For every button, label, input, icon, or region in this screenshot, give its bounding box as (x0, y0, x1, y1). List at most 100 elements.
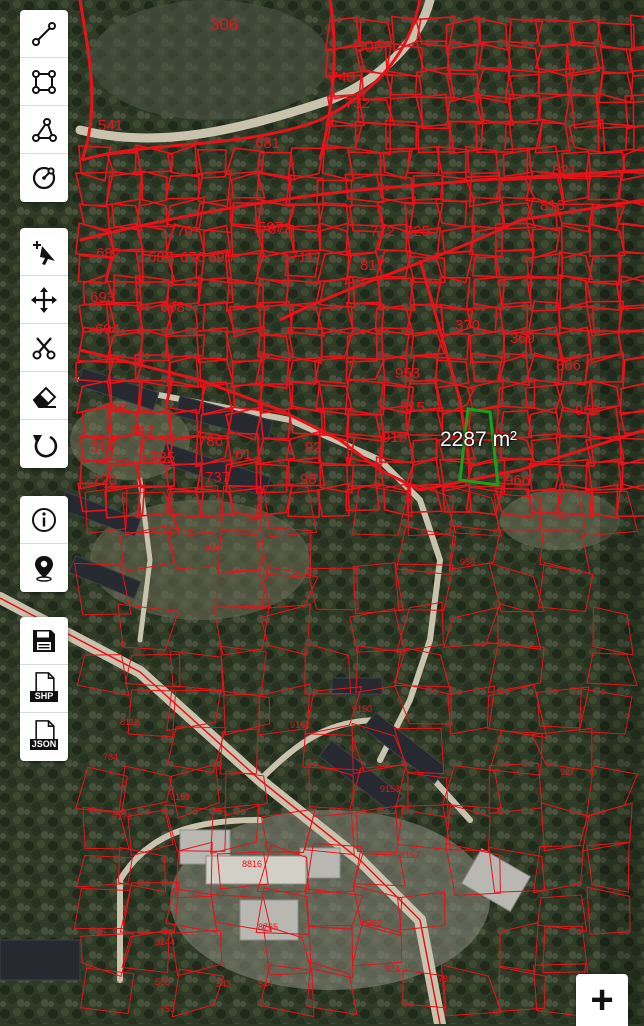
parcel-label: 695 (208, 249, 233, 266)
parcel-label: 26 (96, 927, 106, 937)
plus-icon: + (590, 977, 614, 1022)
draw-circle-button[interactable] (20, 154, 68, 202)
locate-button[interactable] (20, 544, 68, 592)
parcel-label: 8765 (258, 922, 278, 932)
parcel-label: 9159 (170, 792, 190, 802)
parcel-label: 919 (382, 429, 407, 446)
save-button[interactable] (20, 617, 68, 665)
parcel-label: 311 (90, 439, 114, 456)
parcel-label: 753 (160, 1004, 175, 1014)
parcel-label: 9153 (380, 784, 400, 794)
parcel-label: 61 (235, 446, 252, 463)
parcel-label: 541 (98, 117, 123, 134)
info-tools-group (20, 496, 68, 592)
parcel-label: 9173 (112, 812, 132, 822)
parcel-label: 9150 (352, 704, 372, 714)
measurement-unit: m² (492, 428, 518, 451)
parcel-label: 784 (103, 752, 118, 762)
parcel-label: 915 (400, 399, 425, 416)
shp-label: SHP (30, 690, 58, 702)
parcel-label: 786 (198, 433, 223, 450)
parcel-label: 720 (92, 472, 117, 489)
parcel-label: 732 (345, 95, 370, 112)
info-button[interactable] (20, 496, 68, 544)
parcel-label: 369 (510, 330, 535, 347)
parcel-label: 92 (305, 439, 322, 456)
json-file-icon: JSON (30, 720, 58, 754)
zoom-in-button[interactable]: + (576, 974, 628, 1026)
edit-tools-group (20, 228, 68, 468)
parcel-label: 824 (385, 964, 400, 974)
shp-file-icon: SHP (30, 671, 58, 706)
parcel-label: 687 (148, 249, 173, 266)
parcel-label: 866 (556, 357, 581, 374)
export-json-button[interactable]: JSON (20, 713, 68, 761)
parcel-label: 676 (180, 249, 205, 266)
parcel-label: 544 (258, 979, 273, 989)
parcel-label: 9161 (290, 720, 310, 730)
parcel-label: 693 (90, 289, 115, 306)
parcel-label: 694 (95, 321, 120, 338)
parcel-label: 98 (300, 471, 317, 488)
parcel-label: 770 (168, 223, 193, 240)
parcel-label: 306 (210, 15, 238, 34)
parcel-label: 938 (552, 512, 567, 522)
parcel-label: 370 (455, 317, 480, 334)
parcel-label: 737 (205, 469, 230, 486)
parcel-label: 48 (110, 401, 127, 418)
draw-tools-group (20, 10, 68, 202)
area-measurement-label: 2287 m² (440, 428, 517, 452)
parcel-label: 966 (505, 472, 530, 489)
polygon-icon (32, 117, 57, 142)
line-icon (32, 21, 56, 46)
json-label: JSON (30, 739, 58, 750)
parcel-label: 782 (438, 974, 453, 984)
map-view[interactable]: 306 306 541 740 732 681 682 597 676 678 687 695 693 6… (0, 0, 644, 1024)
parcel-label: 543 (216, 979, 231, 989)
cut-button[interactable] (20, 324, 68, 372)
location-pin-icon (35, 556, 53, 582)
parcel-label: 725 (405, 223, 430, 240)
parcel-label: 735 (150, 449, 175, 466)
parcel-label: 681 (255, 135, 280, 152)
parcel-label: 9157 (400, 850, 420, 860)
parcel-label: 712 (370, 223, 395, 240)
select-button[interactable] (20, 228, 68, 276)
parcel-label: 711 (290, 249, 314, 266)
parcel-label: 8112 (120, 717, 139, 727)
erase-button[interactable] (20, 372, 68, 420)
export-tools-group: SHP JSON (20, 617, 68, 761)
floppy-icon (33, 629, 55, 652)
parcel-label: 8816 (242, 859, 262, 869)
info-icon (32, 507, 56, 532)
parcel-label: 856 (205, 544, 220, 554)
parcel-label: 817 (360, 257, 385, 274)
parcel-label: 9144 (155, 937, 175, 947)
undo-button[interactable] (20, 420, 68, 468)
draw-polygon-button[interactable] (20, 106, 68, 154)
scissors-icon (32, 336, 56, 359)
parcel-label: 953 (395, 365, 420, 382)
parcel-label: 8362 (362, 918, 382, 928)
parcel-label: 813 (540, 197, 565, 214)
rectangle-icon (32, 69, 56, 94)
parcel-label: 85 (248, 514, 258, 524)
parcel-label: 821 (552, 162, 577, 179)
parcel-label: 682 (96, 245, 121, 262)
undo-icon (33, 435, 58, 458)
move-button[interactable] (20, 276, 68, 324)
draw-line-button[interactable] (20, 10, 68, 58)
measurement-value: 2287 (440, 428, 487, 451)
parcel-label: 740 (330, 69, 355, 86)
parcel-label: 306 (355, 37, 383, 56)
parcel-label: 963 (575, 402, 600, 419)
draw-rectangle-button[interactable] (20, 58, 68, 106)
parcel-label: 565 (155, 977, 170, 987)
export-shp-button[interactable]: SHP (20, 665, 68, 713)
move-icon (31, 286, 57, 313)
parcel-label: 312 (130, 423, 155, 440)
circle-icon (32, 166, 56, 190)
eraser-icon (32, 386, 57, 408)
satellite-imagery: 306306541740732681682597676678687 6956936… (0, 0, 644, 1024)
parcel-label: 958 (460, 557, 475, 567)
